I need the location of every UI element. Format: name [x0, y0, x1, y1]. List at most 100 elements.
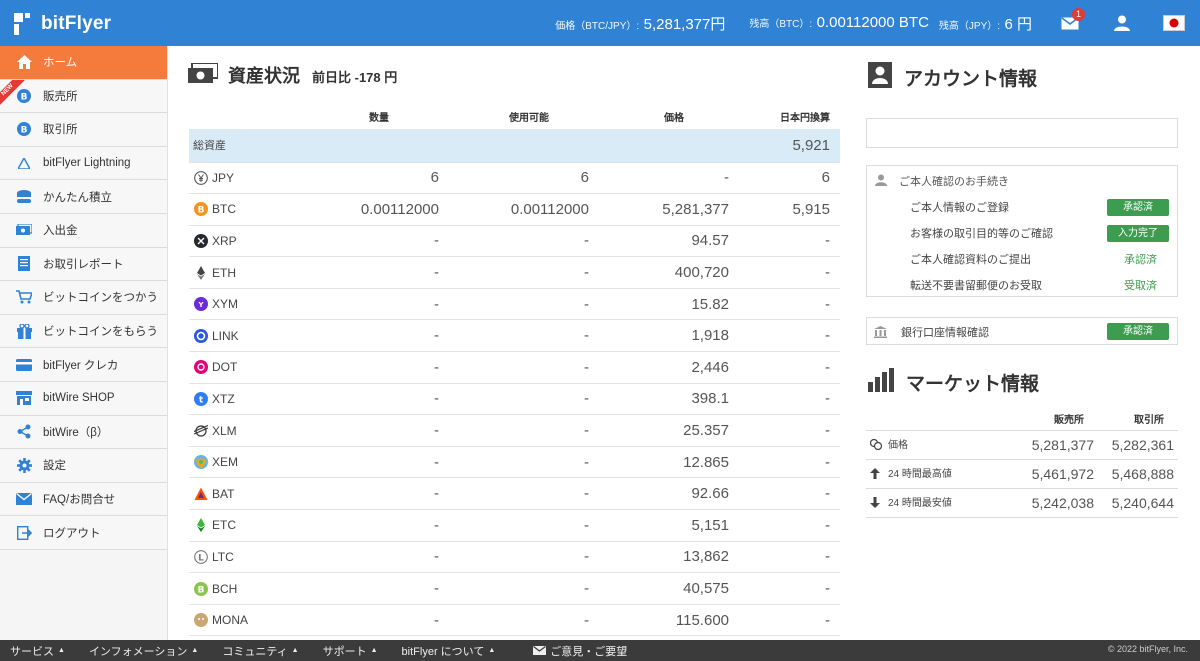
messages-button[interactable]: 1 [1044, 0, 1096, 46]
verify-item-label: お客様の取引目的等のご確認 [910, 228, 1053, 240]
bar-chart-icon [868, 368, 894, 397]
svg-text:B: B [197, 206, 204, 216]
bitcoin-icon: B [16, 88, 32, 104]
footer-menu-information[interactable]: インフォメーション ▲ [89, 643, 198, 659]
asset-available: - [449, 604, 599, 637]
sidebar-item-label: bitWire SHOP [43, 392, 115, 405]
account-title: アカウント情報 [904, 69, 1038, 90]
asset-name-cell: LINK [189, 319, 319, 353]
asset-quantity: - [319, 319, 449, 353]
asset-row-bch: B BCH - -40,575- [189, 572, 840, 605]
asset-name: BCH [212, 581, 238, 596]
feedback-link[interactable]: ご意見・ご要望 [533, 643, 627, 659]
asset-name-cell: XEM [189, 446, 319, 479]
exchange-low: 5,240,644 [1098, 488, 1178, 518]
status-badge[interactable]: 入力完了 [1107, 225, 1169, 242]
xtz-icon: t [193, 391, 208, 406]
market-row-label: 価格 [866, 430, 1006, 460]
asset-available: - [449, 256, 599, 289]
btc-balance-stat: 残高（BTC）: 0.00112000 BTC [749, 14, 929, 32]
asset-price: 15.82 [599, 288, 739, 321]
sidebar-item-faq[interactable]: FAQ/お問合せ [0, 482, 167, 517]
asset-jpy-value: - [739, 446, 840, 479]
asset-quantity: - [319, 477, 449, 511]
asset-row-mona: MONA - -115.600- [189, 604, 840, 637]
asset-row-jpy: JPY 6 6-6 [189, 162, 840, 195]
mail-icon [16, 491, 32, 507]
sidebar-item-credit-card[interactable]: bitFlyer クレカ [0, 348, 167, 382]
sidebar-item-label: FAQ/お問合せ [43, 494, 116, 507]
yen-icon [193, 170, 208, 185]
asset-quantity: - [319, 509, 449, 542]
sidebar-item-home[interactable]: ホーム [0, 46, 167, 80]
sidebar-item-settings[interactable]: 設定 [0, 449, 167, 483]
market-row-label: 24 時間最安値 [866, 488, 1006, 518]
asset-quantity: - [319, 225, 449, 258]
column-header-available: 使用可能 [509, 113, 549, 124]
cart-icon [16, 289, 32, 305]
asset-name-cell: BAT [189, 477, 319, 511]
jpy-balance-value: 6 円 [1004, 15, 1032, 33]
sidebar-item-torihikisho[interactable]: B 取引所 [0, 113, 167, 147]
status-badge[interactable]: 承認済 [1107, 323, 1169, 340]
footer-menu-about[interactable]: bitFlyer について ▲ [402, 643, 496, 659]
verification-title: ご本人確認のお手続き [899, 176, 1009, 188]
sidebar-item-lightning[interactable]: bitFlyer Lightning [0, 146, 167, 181]
shop-price: 5,281,377 [1006, 430, 1098, 460]
sidebar-item-bitwire-shop[interactable]: bitWire SHOP [0, 381, 167, 416]
sidebar-item-report[interactable]: お取引レポート [0, 247, 167, 282]
asset-quantity: - [319, 572, 449, 605]
logout-icon [16, 525, 32, 541]
footer-menu-label: インフォメーション [88, 645, 188, 658]
footer-menu-community[interactable]: コミュニティ ▲ [222, 643, 298, 659]
caret-up-icon: ▲ [291, 647, 299, 654]
sidebar-item-tsumitate[interactable]: かんたん積立 [0, 180, 167, 214]
asset-price: - [599, 162, 739, 195]
footer-menu-services[interactable]: サービス ▲ [10, 643, 65, 659]
sidebar-item-hanbaisho[interactable]: NEW B 販売所 [0, 79, 167, 114]
asset-available: 6 [449, 162, 599, 195]
column-header-quantity: 数量 [369, 113, 389, 124]
asset-name: XYM [212, 297, 239, 312]
market-row-label-text: 価格 [888, 440, 908, 452]
asset-jpy-value: - [739, 319, 840, 353]
sidebar-item-get-bitcoin[interactable]: ビットコインをもらう [0, 314, 167, 349]
asset-available: - [449, 225, 599, 258]
asset-available: - [449, 446, 599, 479]
home-icon [16, 54, 32, 70]
sidebar-item-bitwire[interactable]: bitWire（β） [0, 415, 167, 450]
coin-stack-icon [16, 189, 32, 205]
asset-row-bat: BAT - -92.66- [189, 477, 840, 511]
sidebar-item-deposit[interactable]: 入出金 [0, 213, 167, 248]
asset-jpy-value: - [739, 225, 840, 258]
bank-account-label: 銀行口座情報確認 [901, 327, 989, 339]
svg-text:L: L [198, 553, 204, 563]
arrow-up-icon [870, 467, 880, 482]
asset-name-cell: B BCH [189, 572, 319, 605]
asset-jpy-value: - [739, 541, 840, 574]
column-header-exchange: 取引所 [1098, 408, 1178, 431]
sidebar-item-label: かんたん積立 [43, 191, 112, 204]
empty-cell [599, 129, 739, 163]
shop-high: 5,461,972 [1006, 459, 1098, 489]
logo-icon [14, 13, 36, 35]
asset-name: XRP [212, 233, 237, 248]
top-header: bitFlyer 価格（BTC/JPY）: 5,281,377円 残高（BTC）… [0, 0, 1200, 46]
footer-menu-support[interactable]: サポート ▲ [323, 643, 378, 659]
caret-up-icon: ▲ [58, 647, 65, 654]
empty-cell [449, 129, 599, 163]
asset-jpy-value: - [739, 414, 840, 447]
daily-change: 前日比 -178 円 [312, 70, 398, 85]
user-menu-button[interactable] [1096, 0, 1148, 46]
bitflyer-logo[interactable]: bitFlyer [14, 12, 111, 36]
status-badge[interactable]: 承認済 [1107, 199, 1169, 216]
asset-quantity: - [319, 288, 449, 321]
total-assets-value: 5,921 [739, 129, 840, 163]
asset-quantity: - [319, 541, 449, 574]
sidebar-item-logout[interactable]: ログアウト [0, 516, 167, 550]
money-icon [16, 222, 32, 238]
etc-icon [193, 518, 208, 533]
sidebar-item-use-bitcoin[interactable]: ビットコインをつかう [0, 281, 167, 315]
language-button[interactable] [1148, 0, 1200, 46]
asset-name: XEM [212, 455, 239, 470]
